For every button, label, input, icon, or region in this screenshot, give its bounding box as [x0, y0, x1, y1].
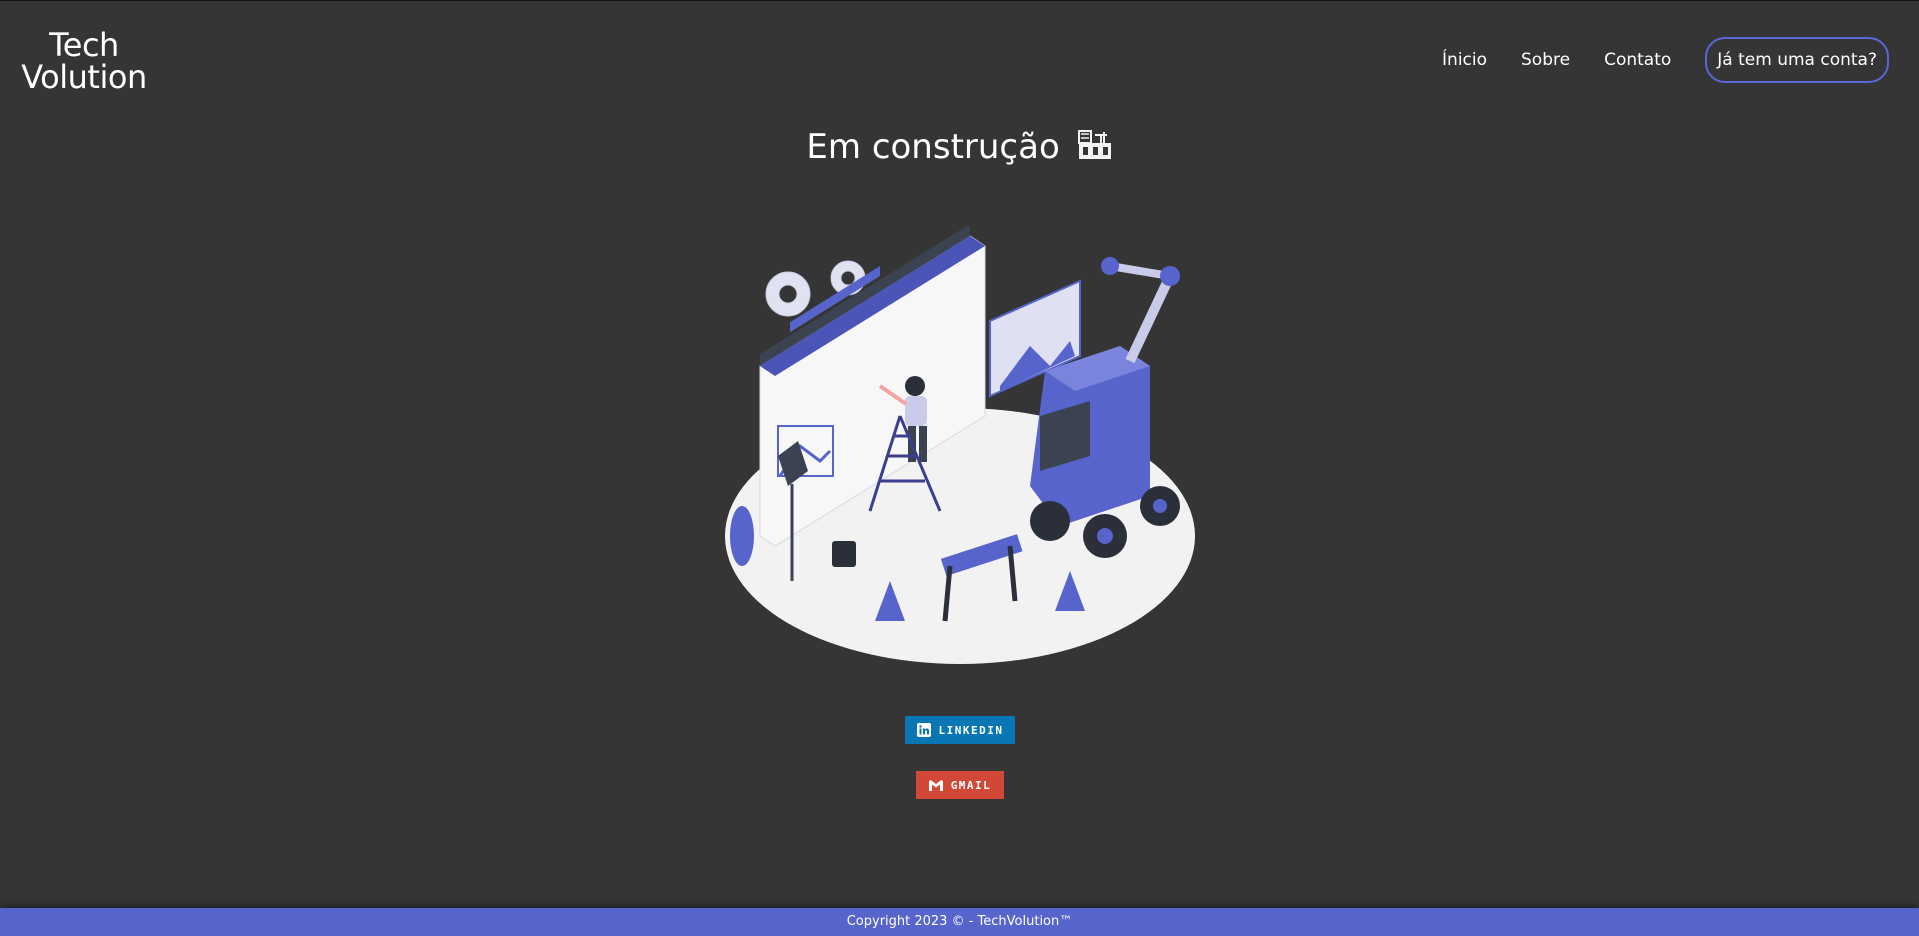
login-button[interactable]: Já tem uma conta? — [1705, 37, 1889, 83]
page-title-text: Em construção — [806, 127, 1060, 167]
page-title: Em construção — [0, 127, 1919, 167]
nav-link-contato[interactable]: Contato — [1604, 50, 1671, 70]
nav-link-inicio[interactable]: Ínicio — [1442, 50, 1487, 70]
linkedin-icon — [916, 723, 931, 737]
construction-icon — [1077, 130, 1111, 159]
linkedin-badge-label: LINKEDIN — [938, 723, 1004, 737]
linkedin-badge[interactable]: LINKEDIN — [905, 716, 1015, 744]
nav-link-sobre[interactable]: Sobre — [1521, 50, 1570, 70]
gmail-badge-label: GMAIL — [950, 778, 992, 792]
logo-line-2: Volution — [21, 58, 147, 96]
footer: Copyright 2023 © - TechVolution™ — [0, 908, 1919, 936]
gmail-badge[interactable]: GMAIL — [916, 771, 1004, 799]
logo-line-1: Tech — [49, 26, 119, 64]
under-construction-illustration — [725, 226, 1195, 664]
main-nav: Ínicio Sobre Contato Já tem uma conta? — [1408, 37, 1889, 83]
logo[interactable]: Tech Volution — [14, 29, 154, 93]
copyright-text: Copyright 2023 © - TechVolution™ — [846, 914, 1073, 929]
gmail-icon — [928, 779, 943, 791]
